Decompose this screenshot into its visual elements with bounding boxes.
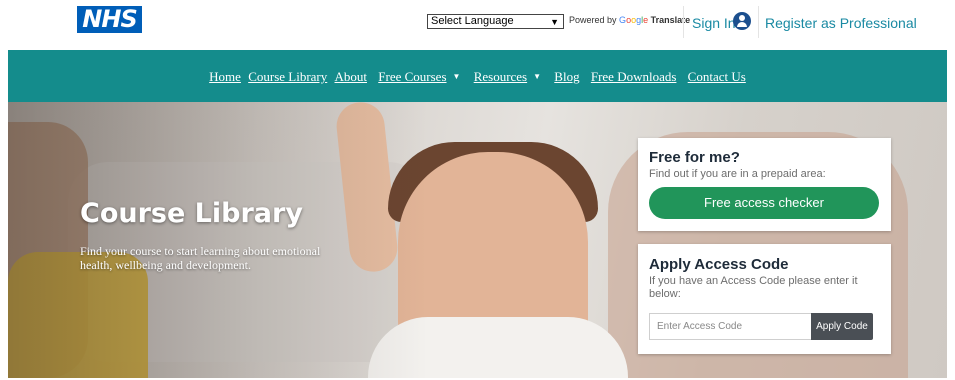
nhs-logo[interactable]: NHS (77, 6, 142, 33)
caret-down-icon[interactable]: ▼ (453, 72, 461, 81)
translate-text: Translate (650, 15, 691, 25)
access-code-input[interactable]: Enter Access Code (649, 313, 811, 340)
caret-down-icon[interactable]: ▼ (533, 72, 541, 81)
divider (758, 6, 759, 38)
nav-contact-us[interactable]: Contact Us (688, 69, 746, 84)
nav-home[interactable]: Home (209, 69, 241, 84)
user-icon[interactable] (733, 12, 751, 30)
free-access-checker-button[interactable]: Free access checker (649, 187, 879, 219)
free-card-text: Find out if you are in a prepaid area: (649, 168, 826, 180)
chevron-down-icon: ▼ (550, 17, 559, 27)
code-card-text: If you have an Access Code please enter … (649, 275, 858, 300)
nav-blog[interactable]: Blog (554, 69, 579, 84)
powered-by-text: Powered by (569, 15, 617, 25)
code-card-title: Apply Access Code (649, 256, 789, 273)
nav-free-courses[interactable]: Free Courses (378, 69, 446, 84)
main-nav: Home Course Library About Free Courses ▼ … (8, 50, 947, 102)
top-header: NHS Select Language ▼ Powered by Google … (0, 0, 955, 50)
hero-overlay (8, 102, 428, 378)
divider (683, 6, 684, 38)
nav-resources[interactable]: Resources (474, 69, 527, 84)
language-select-label: Select Language (431, 15, 514, 27)
page-subtitle: Find your course to start learning about… (80, 244, 321, 272)
google-translate-attribution: Powered by Google Translate (569, 15, 690, 25)
free-access-card: Free for me? Find out if you are in a pr… (638, 138, 891, 231)
free-card-title: Free for me? (649, 149, 740, 166)
page-title: Course Library (80, 198, 303, 229)
nav-free-downloads[interactable]: Free Downloads (591, 69, 677, 84)
register-professional-link[interactable]: Register as Professional (765, 15, 917, 31)
nav-about[interactable]: About (335, 69, 368, 84)
apply-code-button[interactable]: Apply Code (811, 313, 873, 340)
sign-in-link[interactable]: Sign In (692, 15, 736, 31)
language-select[interactable]: Select Language ▼ (427, 14, 564, 29)
nav-course-library[interactable]: Course Library (248, 69, 327, 84)
access-code-card: Apply Access Code If you have an Access … (638, 244, 891, 354)
google-logo[interactable]: Google (619, 15, 648, 25)
